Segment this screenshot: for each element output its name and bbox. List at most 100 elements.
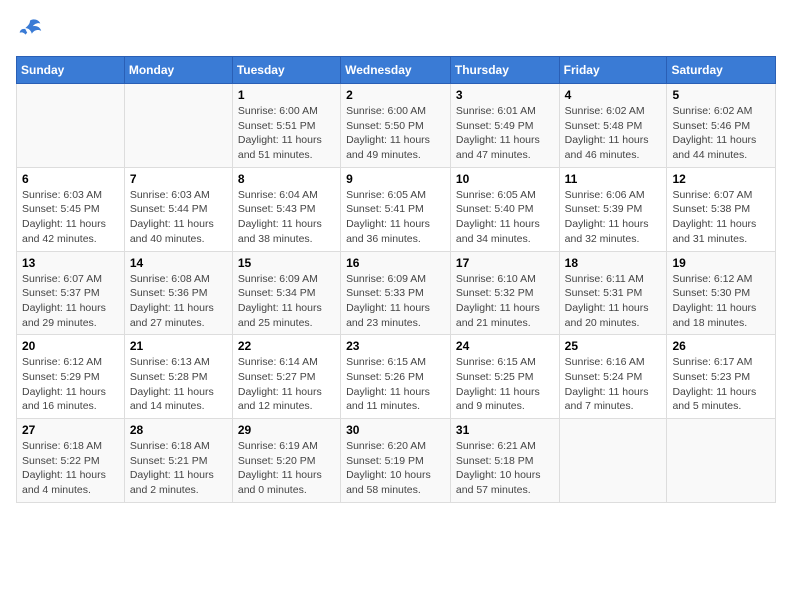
day-number: 25 xyxy=(565,339,662,353)
calendar-cell: 6 Sunrise: 6:03 AMSunset: 5:45 PMDaylight… xyxy=(17,167,125,251)
day-info: Sunrise: 6:10 AMSunset: 5:32 PMDaylight:… xyxy=(456,272,554,331)
day-info: Sunrise: 6:21 AMSunset: 5:18 PMDaylight:… xyxy=(456,439,554,498)
day-number: 20 xyxy=(22,339,119,353)
day-info: Sunrise: 6:20 AMSunset: 5:19 PMDaylight:… xyxy=(346,439,445,498)
day-number: 18 xyxy=(565,256,662,270)
day-number: 6 xyxy=(22,172,119,186)
day-number: 23 xyxy=(346,339,445,353)
calendar-cell: 29 Sunrise: 6:19 AMSunset: 5:20 PMDayligh… xyxy=(232,419,340,503)
day-number: 5 xyxy=(672,88,770,102)
day-info: Sunrise: 6:00 AMSunset: 5:50 PMDaylight:… xyxy=(346,104,445,163)
calendar-cell: 27 Sunrise: 6:18 AMSunset: 5:22 PMDayligh… xyxy=(17,419,125,503)
day-number: 14 xyxy=(130,256,227,270)
logo xyxy=(16,16,48,44)
calendar-cell: 22 Sunrise: 6:14 AMSunset: 5:27 PMDayligh… xyxy=(232,335,340,419)
day-info: Sunrise: 6:11 AMSunset: 5:31 PMDaylight:… xyxy=(565,272,662,331)
calendar-cell: 24Sunrise: 6:15 AMSunset: 5:25 PMDayligh… xyxy=(450,335,559,419)
weekday-header-monday: Monday xyxy=(124,57,232,84)
day-info: Sunrise: 6:05 AMSunset: 5:41 PMDaylight:… xyxy=(346,188,445,247)
calendar-cell: 20 Sunrise: 6:12 AMSunset: 5:29 PMDayligh… xyxy=(17,335,125,419)
calendar-week-1: 1Sunrise: 6:00 AMSunset: 5:51 PMDaylight… xyxy=(17,84,776,168)
day-info: Sunrise: 6:13 AMSunset: 5:28 PMDaylight:… xyxy=(130,355,227,414)
calendar-cell: 15 Sunrise: 6:09 AMSunset: 5:34 PMDayligh… xyxy=(232,251,340,335)
calendar-cell: 19 Sunrise: 6:12 AMSunset: 5:30 PMDayligh… xyxy=(667,251,776,335)
weekday-header-tuesday: Tuesday xyxy=(232,57,340,84)
calendar-cell: 4Sunrise: 6:02 AMSunset: 5:48 PMDaylight… xyxy=(559,84,667,168)
day-info: Sunrise: 6:12 AMSunset: 5:30 PMDaylight:… xyxy=(672,272,770,331)
day-info: Sunrise: 6:09 AMSunset: 5:33 PMDaylight:… xyxy=(346,272,445,331)
calendar-cell: 18 Sunrise: 6:11 AMSunset: 5:31 PMDayligh… xyxy=(559,251,667,335)
weekday-header-row: SundayMondayTuesdayWednesdayThursdayFrid… xyxy=(17,57,776,84)
calendar-cell: 9 Sunrise: 6:05 AMSunset: 5:41 PMDaylight… xyxy=(341,167,451,251)
day-number: 26 xyxy=(672,339,770,353)
calendar-cell: 8 Sunrise: 6:04 AMSunset: 5:43 PMDaylight… xyxy=(232,167,340,251)
calendar-cell: 11Sunrise: 6:06 AMSunset: 5:39 PMDayligh… xyxy=(559,167,667,251)
day-number: 31 xyxy=(456,423,554,437)
calendar-cell: 3Sunrise: 6:01 AMSunset: 5:49 PMDaylight… xyxy=(450,84,559,168)
day-info: Sunrise: 6:18 AMSunset: 5:21 PMDaylight:… xyxy=(130,439,227,498)
day-number: 17 xyxy=(456,256,554,270)
day-info: Sunrise: 6:03 AMSunset: 5:45 PMDaylight:… xyxy=(22,188,119,247)
calendar-table: SundayMondayTuesdayWednesdayThursdayFrid… xyxy=(16,56,776,503)
day-number: 7 xyxy=(130,172,227,186)
day-info: Sunrise: 6:16 AMSunset: 5:24 PMDaylight:… xyxy=(565,355,662,414)
day-number: 21 xyxy=(130,339,227,353)
calendar-cell: 2 Sunrise: 6:00 AMSunset: 5:50 PMDaylight… xyxy=(341,84,451,168)
calendar-cell: 17 Sunrise: 6:10 AMSunset: 5:32 PMDayligh… xyxy=(450,251,559,335)
calendar-body: 1Sunrise: 6:00 AMSunset: 5:51 PMDaylight… xyxy=(17,84,776,503)
calendar-week-5: 27 Sunrise: 6:18 AMSunset: 5:22 PMDayligh… xyxy=(17,419,776,503)
day-info: Sunrise: 6:02 AMSunset: 5:46 PMDaylight:… xyxy=(672,104,770,163)
calendar-cell xyxy=(667,419,776,503)
day-number: 12 xyxy=(672,172,770,186)
day-number: 15 xyxy=(238,256,335,270)
weekday-header-saturday: Saturday xyxy=(667,57,776,84)
day-info: Sunrise: 6:06 AMSunset: 5:39 PMDaylight:… xyxy=(565,188,662,247)
calendar-cell: 30Sunrise: 6:20 AMSunset: 5:19 PMDayligh… xyxy=(341,419,451,503)
calendar-cell: 7 Sunrise: 6:03 AMSunset: 5:44 PMDaylight… xyxy=(124,167,232,251)
day-number: 2 xyxy=(346,88,445,102)
day-info: Sunrise: 6:15 AMSunset: 5:25 PMDaylight:… xyxy=(456,355,554,414)
weekday-header-wednesday: Wednesday xyxy=(341,57,451,84)
day-number: 22 xyxy=(238,339,335,353)
day-info: Sunrise: 6:09 AMSunset: 5:34 PMDaylight:… xyxy=(238,272,335,331)
day-info: Sunrise: 6:02 AMSunset: 5:48 PMDaylight:… xyxy=(565,104,662,163)
calendar-week-3: 13 Sunrise: 6:07 AMSunset: 5:37 PMDayligh… xyxy=(17,251,776,335)
calendar-cell xyxy=(559,419,667,503)
day-number: 9 xyxy=(346,172,445,186)
calendar-cell: 1Sunrise: 6:00 AMSunset: 5:51 PMDaylight… xyxy=(232,84,340,168)
day-info: Sunrise: 6:12 AMSunset: 5:29 PMDaylight:… xyxy=(22,355,119,414)
calendar-cell: 21 Sunrise: 6:13 AMSunset: 5:28 PMDayligh… xyxy=(124,335,232,419)
page-header xyxy=(16,16,776,44)
calendar-header: SundayMondayTuesdayWednesdayThursdayFrid… xyxy=(17,57,776,84)
day-info: Sunrise: 6:07 AMSunset: 5:38 PMDaylight:… xyxy=(672,188,770,247)
day-info: Sunrise: 6:05 AMSunset: 5:40 PMDaylight:… xyxy=(456,188,554,247)
day-info: Sunrise: 6:19 AMSunset: 5:20 PMDaylight:… xyxy=(238,439,335,498)
day-info: Sunrise: 6:18 AMSunset: 5:22 PMDaylight:… xyxy=(22,439,119,498)
day-number: 29 xyxy=(238,423,335,437)
weekday-header-thursday: Thursday xyxy=(450,57,559,84)
day-info: Sunrise: 6:17 AMSunset: 5:23 PMDaylight:… xyxy=(672,355,770,414)
calendar-week-2: 6 Sunrise: 6:03 AMSunset: 5:45 PMDaylight… xyxy=(17,167,776,251)
day-number: 1 xyxy=(238,88,335,102)
day-info: Sunrise: 6:03 AMSunset: 5:44 PMDaylight:… xyxy=(130,188,227,247)
weekday-header-sunday: Sunday xyxy=(17,57,125,84)
calendar-cell: 5 Sunrise: 6:02 AMSunset: 5:46 PMDaylight… xyxy=(667,84,776,168)
calendar-week-4: 20 Sunrise: 6:12 AMSunset: 5:29 PMDayligh… xyxy=(17,335,776,419)
day-number: 13 xyxy=(22,256,119,270)
day-number: 8 xyxy=(238,172,335,186)
day-number: 16 xyxy=(346,256,445,270)
day-number: 10 xyxy=(456,172,554,186)
calendar-cell: 31 Sunrise: 6:21 AMSunset: 5:18 PMDayligh… xyxy=(450,419,559,503)
day-number: 19 xyxy=(672,256,770,270)
calendar-cell: 14Sunrise: 6:08 AMSunset: 5:36 PMDayligh… xyxy=(124,251,232,335)
calendar-cell: 13 Sunrise: 6:07 AMSunset: 5:37 PMDayligh… xyxy=(17,251,125,335)
day-info: Sunrise: 6:07 AMSunset: 5:37 PMDaylight:… xyxy=(22,272,119,331)
calendar-cell xyxy=(124,84,232,168)
calendar-cell xyxy=(17,84,125,168)
calendar-cell: 12 Sunrise: 6:07 AMSunset: 5:38 PMDayligh… xyxy=(667,167,776,251)
day-info: Sunrise: 6:14 AMSunset: 5:27 PMDaylight:… xyxy=(238,355,335,414)
day-number: 27 xyxy=(22,423,119,437)
calendar-cell: 23Sunrise: 6:15 AMSunset: 5:26 PMDayligh… xyxy=(341,335,451,419)
calendar-cell: 10 Sunrise: 6:05 AMSunset: 5:40 PMDayligh… xyxy=(450,167,559,251)
day-info: Sunrise: 6:04 AMSunset: 5:43 PMDaylight:… xyxy=(238,188,335,247)
